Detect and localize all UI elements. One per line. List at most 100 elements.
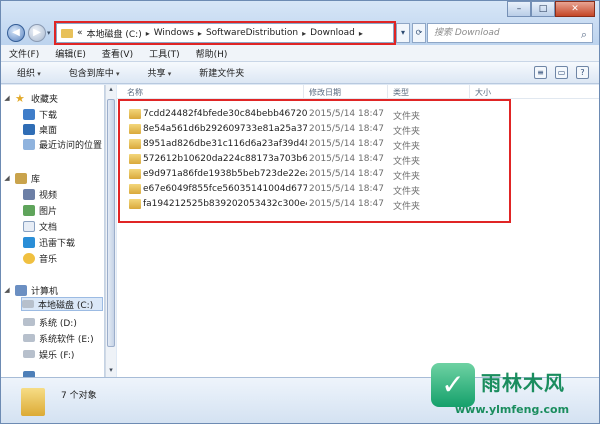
nav-pictures[interactable]: 图片 bbox=[23, 203, 57, 217]
chevron-right-icon[interactable]: ▸ bbox=[359, 29, 363, 38]
nav-drive-d[interactable]: 系统 (D:) bbox=[23, 315, 77, 329]
share-button[interactable]: 共享 bbox=[148, 66, 172, 79]
file-name[interactable]: 7cdd24482f4bfede30c84bebb46720a0 bbox=[143, 109, 307, 119]
column-name[interactable]: 名称 bbox=[127, 87, 143, 98]
nav-xunlei-downloads[interactable]: 迅雷下载 bbox=[23, 235, 75, 249]
file-name[interactable]: 8e54a561d6b292609733e81a25a3747f bbox=[143, 124, 307, 134]
nav-network[interactable] bbox=[23, 369, 35, 377]
table-row[interactable]: 8951ad826dbe31c116d6a23af39d481a 2015/5/1… bbox=[117, 137, 517, 152]
address-buttons: ▾ ⟳ bbox=[396, 23, 426, 43]
table-row[interactable]: e9d971a86fde1938b5beb723de22ea… 2015/5/14… bbox=[117, 167, 517, 182]
nav-desktop[interactable]: 桌面 bbox=[23, 122, 57, 136]
folder-icon bbox=[129, 169, 141, 179]
table-row[interactable]: 7cdd24482f4bfede30c84bebb46720a0 2015/5/1… bbox=[117, 107, 517, 122]
address-segment-drive[interactable]: 本地磁盘 (C:) bbox=[87, 27, 142, 40]
chevron-right-icon[interactable]: ▸ bbox=[146, 29, 150, 38]
scroll-down-icon[interactable]: ▾ bbox=[106, 366, 116, 377]
file-name[interactable]: 572612b10620da224c88173a703b6205 bbox=[143, 154, 307, 164]
table-row[interactable]: fa194212525b839202053432c300e45e 2015/5/1… bbox=[117, 197, 517, 212]
preview-pane-icon[interactable]: ▭ bbox=[555, 66, 568, 79]
folder-icon bbox=[129, 154, 141, 164]
new-folder-button[interactable]: 新建文件夹 bbox=[199, 66, 244, 79]
drive-icon bbox=[22, 300, 34, 308]
search-icon[interactable]: ⌕ bbox=[581, 26, 587, 44]
drive-icon bbox=[23, 318, 35, 326]
address-bar[interactable]: « 本地磁盘 (C:) ▸ Windows ▸ SoftwareDistribu… bbox=[54, 21, 396, 45]
nav-drive-e[interactable]: 系统软件 (E:) bbox=[23, 331, 94, 345]
column-date[interactable]: 修改日期 bbox=[309, 87, 341, 98]
file-date: 2015/5/14 18:47 bbox=[309, 139, 384, 149]
nav-documents[interactable]: 文档 bbox=[23, 219, 57, 233]
column-header: 名称 修改日期 类型 大小 bbox=[117, 85, 599, 99]
watermark-title: 雨林木风 bbox=[481, 371, 565, 395]
nav-music[interactable]: 音乐 bbox=[23, 251, 57, 265]
minimize-button[interactable]: – bbox=[507, 1, 531, 17]
chevron-right-icon[interactable]: ▸ bbox=[302, 29, 306, 38]
column-type[interactable]: 类型 bbox=[393, 87, 409, 98]
menu-file[interactable]: 文件(F) bbox=[9, 47, 39, 60]
pictures-icon bbox=[23, 204, 35, 216]
file-type: 文件夹 bbox=[393, 142, 421, 152]
item-count: 7 个对象 bbox=[61, 391, 97, 401]
file-name[interactable]: 8951ad826dbe31c116d6a23af39d481a bbox=[143, 139, 307, 149]
file-name[interactable]: e67e6049f855fce56035141004d677d3 bbox=[143, 184, 307, 194]
recent-pages-dropdown[interactable]: ▾ bbox=[47, 29, 51, 37]
maximize-button[interactable]: □ bbox=[531, 1, 555, 17]
back-button[interactable]: ◀ bbox=[7, 24, 25, 42]
address-segment-windows[interactable]: Windows bbox=[154, 28, 194, 38]
nav-drive-f[interactable]: 娱乐 (F:) bbox=[23, 347, 74, 361]
recent-places-icon bbox=[23, 138, 35, 150]
column-size[interactable]: 大小 bbox=[475, 87, 491, 98]
address-segment-softwaredistribution[interactable]: SoftwareDistribution bbox=[206, 28, 298, 38]
menu-help[interactable]: 帮助(H) bbox=[196, 47, 228, 60]
nav-downloads[interactable]: 下载 bbox=[23, 107, 57, 121]
folder-icon bbox=[61, 28, 73, 38]
nav-drive-c[interactable]: 本地磁盘 (C:) bbox=[21, 297, 103, 311]
xunlei-icon bbox=[23, 236, 35, 248]
nav-videos[interactable]: 视频 bbox=[23, 187, 57, 201]
explorer-window: – □ ✕ ◀ ▶ ▾ « 本地磁盘 (C:) ▸ Windows ▸ Soft… bbox=[0, 0, 600, 424]
folder-icon bbox=[129, 184, 141, 194]
menu-edit[interactable]: 编辑(E) bbox=[55, 47, 86, 60]
file-date: 2015/5/14 18:47 bbox=[309, 109, 384, 119]
nav-favorites[interactable]: ◢ ★ 收藏夹 bbox=[3, 91, 58, 105]
close-button[interactable]: ✕ bbox=[555, 1, 595, 17]
file-date: 2015/5/14 18:47 bbox=[309, 184, 384, 194]
menu-tools[interactable]: 工具(T) bbox=[149, 47, 180, 60]
file-type: 文件夹 bbox=[393, 187, 421, 197]
address-overflow[interactable]: « bbox=[77, 28, 83, 38]
nav-computer[interactable]: ◢ 计算机 bbox=[3, 283, 58, 297]
address-segment-download[interactable]: Download bbox=[310, 28, 355, 38]
scroll-up-icon[interactable]: ▴ bbox=[106, 85, 116, 96]
organize-button[interactable]: 组织 bbox=[17, 66, 41, 79]
collapse-icon[interactable]: ◢ bbox=[3, 174, 11, 182]
address-dropdown-button[interactable]: ▾ bbox=[396, 23, 410, 43]
menu-view[interactable]: 查看(V) bbox=[102, 47, 133, 60]
search-input[interactable]: 搜索 Download ⌕ bbox=[427, 23, 593, 43]
folder-icon bbox=[21, 388, 45, 416]
collapse-icon[interactable]: ◢ bbox=[3, 286, 11, 294]
nav-scrollbar[interactable]: ▴ ▾ bbox=[105, 85, 116, 377]
folder-icon bbox=[129, 199, 141, 209]
nav-libraries[interactable]: ◢ 库 bbox=[3, 171, 40, 185]
table-row[interactable]: e67e6049f855fce56035141004d677d3 2015/5/1… bbox=[117, 182, 517, 197]
drive-icon bbox=[23, 350, 35, 358]
chevron-right-icon[interactable]: ▸ bbox=[198, 29, 202, 38]
file-type: 文件夹 bbox=[393, 202, 421, 212]
table-row[interactable]: 8e54a561d6b292609733e81a25a3747f 2015/5/1… bbox=[117, 122, 517, 137]
folder-icon bbox=[129, 109, 141, 119]
document-icon bbox=[23, 220, 35, 232]
refresh-icon[interactable]: ⟳ bbox=[412, 23, 426, 43]
collapse-icon[interactable]: ◢ bbox=[3, 94, 11, 102]
include-in-library-button[interactable]: 包含到库中 bbox=[69, 66, 120, 79]
video-icon bbox=[23, 188, 35, 200]
file-name[interactable]: fa194212525b839202053432c300e45e bbox=[143, 199, 307, 209]
window-controls: – □ ✕ bbox=[507, 1, 595, 17]
scrollbar-thumb[interactable] bbox=[107, 99, 115, 347]
table-row[interactable]: 572612b10620da224c88173a703b6205 2015/5/1… bbox=[117, 152, 517, 167]
forward-button[interactable]: ▶ bbox=[28, 24, 46, 42]
view-options-icon[interactable]: ≡ bbox=[534, 66, 547, 79]
file-name[interactable]: e9d971a86fde1938b5beb723de22ea… bbox=[143, 169, 307, 179]
nav-recent-places[interactable]: 最近访问的位置 bbox=[23, 137, 102, 151]
help-icon[interactable]: ? bbox=[576, 66, 589, 79]
